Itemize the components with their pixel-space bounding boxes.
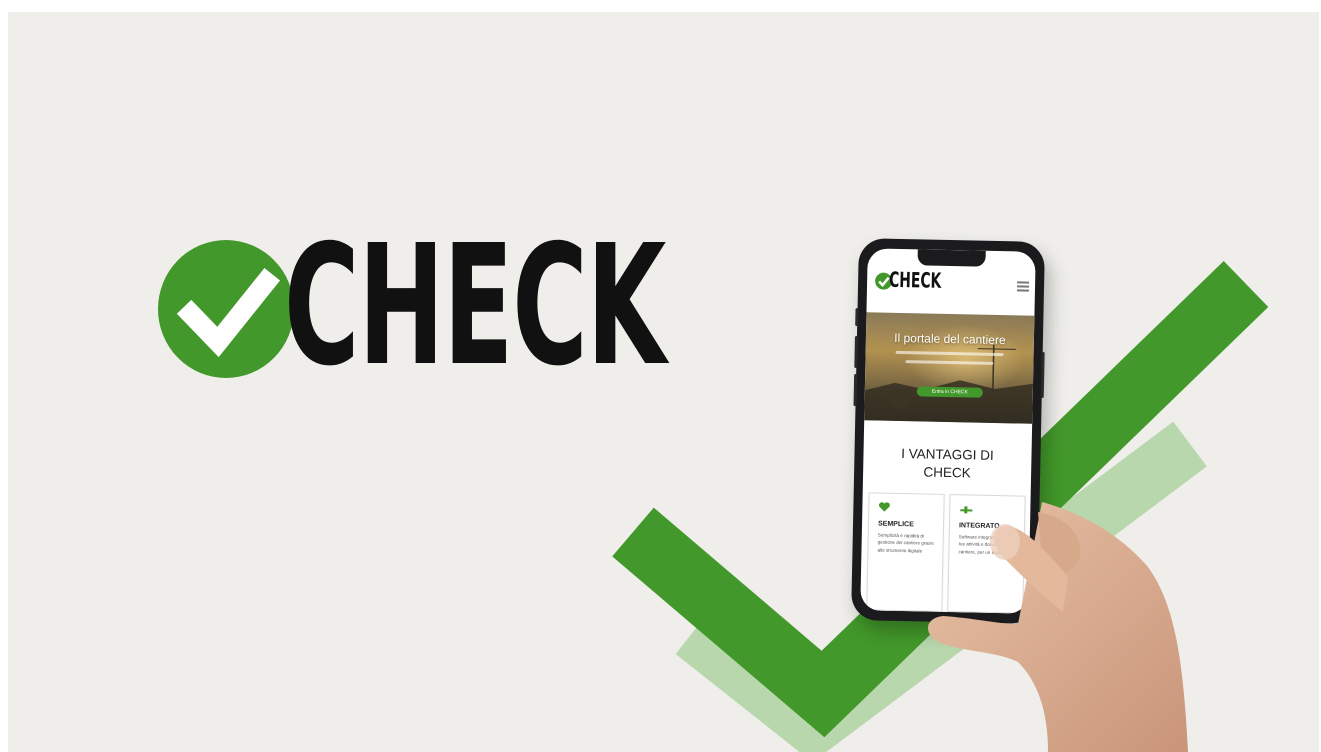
hand-image <box>928 502 1188 752</box>
hero-banner: CHECK CHECK Il portale del cantiere Entr… <box>8 12 1319 752</box>
